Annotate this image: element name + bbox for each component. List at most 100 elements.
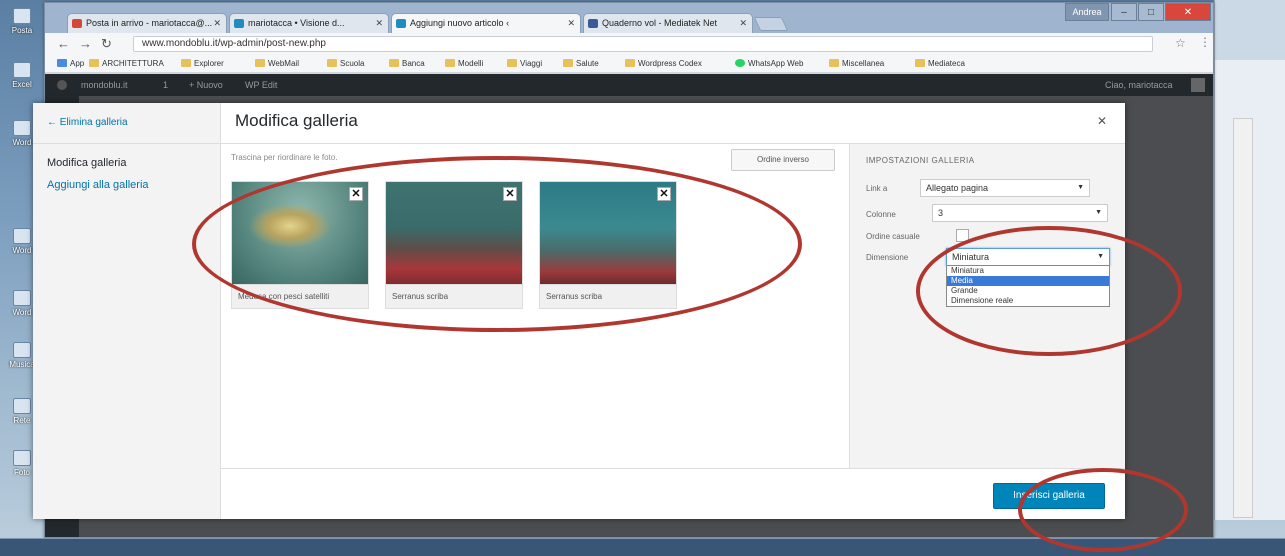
columns-select[interactable]: 3 ▼ xyxy=(932,204,1108,222)
new-tab-button[interactable] xyxy=(753,17,789,31)
apps-grid-icon xyxy=(57,59,67,67)
facebook-icon xyxy=(588,19,598,28)
bookmark-scuola[interactable]: Scuola xyxy=(327,57,364,71)
folder-icon xyxy=(915,59,925,67)
bookmark-viaggi[interactable]: Viaggi xyxy=(507,57,542,71)
gmail-icon xyxy=(72,19,82,28)
folder-icon xyxy=(563,59,573,67)
folder-icon xyxy=(255,59,265,67)
folder-icon xyxy=(389,59,399,67)
folder-icon xyxy=(327,59,337,67)
avatar[interactable] xyxy=(1191,78,1205,92)
bookmark-modelli[interactable]: Modelli xyxy=(445,57,483,71)
tab-gmail[interactable]: Posta in arrivo - mariotacca@... ✕ xyxy=(67,13,227,33)
address-bar[interactable]: www.mondoblu.it/wp-admin/post-new.php xyxy=(133,36,1153,52)
bookmark-mediateca[interactable]: Mediateca xyxy=(915,57,965,71)
desktop-icon-label: Foto xyxy=(13,468,30,477)
browser-menu-icon[interactable]: ⋮ xyxy=(1199,35,1211,49)
bookmark-whatsapp[interactable]: WhatsApp Web xyxy=(735,57,803,71)
admin-bar-account[interactable]: Ciao, mariotacca xyxy=(1105,74,1173,96)
media-frame-toolbar: Inserisci galleria xyxy=(221,468,1125,519)
wordpress-icon xyxy=(396,19,406,28)
cancel-gallery-link[interactable]: ← Elimina galleria xyxy=(47,117,128,128)
tab-close-icon[interactable]: ✕ xyxy=(567,14,575,33)
reverse-order-button[interactable]: Ordine inverso xyxy=(731,149,835,171)
profile-button[interactable]: Andrea xyxy=(1065,3,1109,21)
desktop-icon-mail[interactable]: Posta xyxy=(0,8,44,35)
tab-new-post[interactable]: Aggiungi nuovo articolo ‹ ✕ xyxy=(391,13,581,33)
close-icon[interactable]: ✕ xyxy=(1097,114,1107,128)
bookmark-architettura[interactable]: ARCHITETTURA xyxy=(89,57,164,71)
link-to-label: Link a xyxy=(866,184,888,193)
tab-label: Aggiungi nuovo articolo ‹ xyxy=(410,18,510,28)
folder-icon xyxy=(829,59,839,67)
tab-label: Quaderno vol - Mediatek Net xyxy=(602,18,718,28)
tab-close-icon[interactable]: ✕ xyxy=(375,14,383,33)
tab-label: mariotacca • Visione d... xyxy=(248,18,345,28)
menu-separator xyxy=(33,143,221,144)
bookmark-miscellanea[interactable]: Miscellanea xyxy=(829,57,884,71)
admin-bar-site[interactable]: mondoblu.it xyxy=(81,74,128,96)
annotation-ellipse-size-select xyxy=(916,226,1182,356)
tab-close-icon[interactable]: ✕ xyxy=(739,14,747,33)
menu-item-edit-gallery[interactable]: Modifica galleria xyxy=(47,157,126,169)
folder-icon xyxy=(445,59,455,67)
desktop-icon-excel[interactable]: Excel xyxy=(0,62,44,89)
bookmark-apps[interactable]: App xyxy=(57,57,84,71)
media-frame-menu: ← Elimina galleria Modifica galleria Agg… xyxy=(33,103,221,519)
bookmark-banca[interactable]: Banca xyxy=(389,57,425,71)
bookmark-explorer[interactable]: Explorer xyxy=(181,57,224,71)
drag-hint: Trascina per riordinare le foto. xyxy=(231,153,338,162)
back-arrow-icon[interactable]: ← xyxy=(57,35,70,53)
document-icon xyxy=(13,120,31,136)
folder-icon xyxy=(181,59,191,67)
document-icon xyxy=(13,228,31,244)
chevron-down-icon: ▼ xyxy=(1095,209,1102,216)
wordpress-logo-icon[interactable] xyxy=(57,80,67,90)
browser-toolbar: ← → ↻ www.mondoblu.it/wp-admin/post-new.… xyxy=(45,33,1213,55)
minimize-button[interactable]: – xyxy=(1111,3,1137,21)
background-window-scrollbar[interactable] xyxy=(1233,118,1253,518)
bookmark-star-icon[interactable]: ☆ xyxy=(1175,36,1186,50)
tab-close-icon[interactable]: ✕ xyxy=(213,14,221,33)
annotation-ellipse-insert-button xyxy=(1018,468,1188,552)
mail-icon xyxy=(13,8,31,24)
modal-title: Modifica galleria xyxy=(235,111,358,130)
document-icon xyxy=(13,290,31,306)
network-icon xyxy=(13,398,31,414)
spreadsheet-icon xyxy=(13,62,31,78)
random-order-label: Ordine casuale xyxy=(866,232,920,241)
folder-icon xyxy=(625,59,635,67)
folder-icon xyxy=(89,59,99,67)
admin-bar-comments[interactable]: 1 xyxy=(163,74,168,96)
bookmark-wordpress-codex[interactable]: Wordpress Codex xyxy=(625,57,702,71)
desktop-icon-label: Word xyxy=(12,138,32,147)
size-label: Dimensione xyxy=(866,253,909,262)
wordpress-icon xyxy=(234,19,244,28)
whatsapp-icon xyxy=(735,59,745,67)
maximize-button[interactable]: □ xyxy=(1138,3,1164,21)
tab-label: Posta in arrivo - mariotacca@... xyxy=(86,18,213,28)
reload-icon[interactable]: ↻ xyxy=(101,35,112,53)
bookmark-webmail[interactable]: WebMail xyxy=(255,57,299,71)
annotation-ellipse-thumbnails xyxy=(192,156,802,332)
bookmarks-bar: App ARCHITETTURA Explorer WebMail Scuola… xyxy=(45,55,1213,73)
menu-item-add-to-gallery[interactable]: Aggiungi alla galleria xyxy=(47,179,149,191)
tab-wp-admin[interactable]: mariotacca • Visione d... ✕ xyxy=(229,13,389,33)
tab-strip: Posta in arrivo - mariotacca@... ✕ mariot… xyxy=(45,3,1213,33)
link-to-select[interactable]: Allegato pagina ▼ xyxy=(920,179,1090,197)
bookmark-salute[interactable]: Salute xyxy=(563,57,599,71)
columns-label: Colonne xyxy=(866,210,896,219)
desktop-icon-label: Word xyxy=(12,246,32,255)
tab-facebook[interactable]: Quaderno vol - Mediatek Net ✕ xyxy=(583,13,753,33)
close-window-button[interactable]: ✕ xyxy=(1165,3,1211,21)
admin-bar-new[interactable]: + Nuovo xyxy=(189,74,223,96)
forward-arrow-icon[interactable]: → xyxy=(79,35,92,53)
background-window-titlebar xyxy=(1215,0,1285,60)
desktop-icon-label: Posta xyxy=(11,26,33,35)
desktop-icon-label: Rete xyxy=(13,416,31,425)
admin-bar-wpedit[interactable]: WP Edit xyxy=(245,74,277,96)
photo-icon xyxy=(13,450,31,466)
folder-icon xyxy=(507,59,517,67)
music-icon xyxy=(13,342,31,358)
